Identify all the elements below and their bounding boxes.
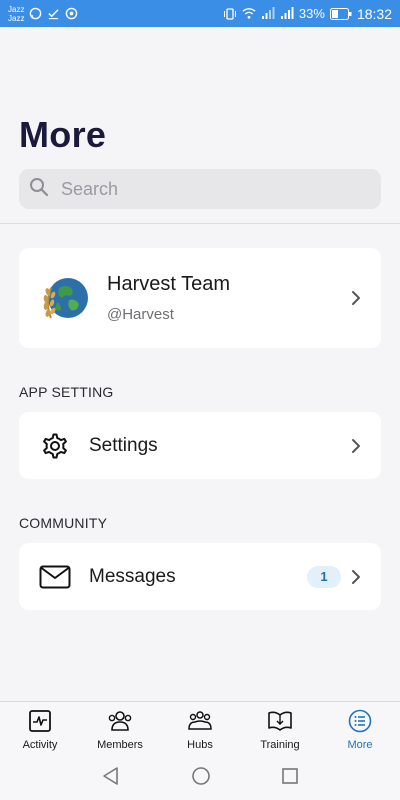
profile-name: Harvest Team — [107, 273, 231, 295]
members-icon — [107, 708, 133, 734]
nav-more[interactable]: More — [320, 702, 400, 757]
activity-icon — [27, 708, 53, 734]
status-bar-left: Jazz Jazz — [8, 5, 78, 23]
globe-wheat-logo — [43, 278, 88, 319]
home-icon[interactable] — [191, 766, 211, 791]
back-icon[interactable] — [101, 766, 121, 791]
messages-row[interactable]: Messages 1 — [19, 543, 381, 610]
nav-label: Training — [260, 739, 300, 751]
section-label-community: COMMUNITY — [19, 515, 108, 531]
wifi-icon — [242, 7, 256, 21]
hubs-icon — [187, 708, 213, 734]
nav-label: Members — [97, 739, 143, 751]
nav-training[interactable]: Training — [240, 702, 320, 757]
chevron-right-icon — [351, 290, 361, 306]
search-icon — [29, 177, 49, 202]
battery-icon — [329, 7, 352, 21]
envelope-icon — [39, 561, 71, 593]
nav-hubs[interactable]: Hubs — [160, 702, 240, 757]
search-bar[interactable] — [19, 169, 381, 209]
status-bar: Jazz Jazz 33% 18:32 — [0, 0, 400, 27]
bottom-nav: Activity Members Hubs Training More — [0, 701, 400, 757]
carrier-top: Jazz — [8, 4, 25, 14]
status-bar-right: 33% 18:32 — [223, 6, 392, 22]
nav-members[interactable]: Members — [80, 702, 160, 757]
messages-label: Messages — [89, 565, 176, 587]
whatsapp-icon — [28, 7, 42, 21]
more-list-icon — [347, 708, 373, 734]
training-icon — [267, 708, 293, 734]
chevron-right-icon — [351, 438, 361, 454]
check-icon — [46, 7, 60, 21]
clock: 18:32 — [356, 5, 392, 22]
gear-icon — [39, 430, 71, 462]
settings-row[interactable]: Settings — [19, 412, 381, 479]
signal-icon-2 — [280, 7, 294, 21]
signal-icon-1 — [261, 7, 275, 21]
page-title: More — [19, 114, 107, 155]
nav-activity[interactable]: Activity — [0, 702, 80, 757]
nav-label: Activity — [22, 739, 58, 751]
battery-percent: 33% — [298, 6, 325, 21]
profile-handle: @Harvest — [107, 306, 174, 323]
settings-label: Settings — [89, 434, 158, 456]
carrier-label: Jazz Jazz — [8, 5, 24, 23]
avatar — [37, 270, 93, 326]
section-label-app-setting: APP SETTING — [19, 384, 114, 400]
nav-label: Hubs — [187, 739, 213, 751]
carrier-bottom: Jazz — [8, 13, 25, 23]
profile-card[interactable]: Harvest Team @Harvest — [19, 248, 381, 348]
system-nav-bar — [0, 757, 400, 800]
recents-icon[interactable] — [281, 767, 299, 790]
vibrate-icon — [223, 7, 237, 21]
search-input[interactable] — [61, 178, 361, 200]
chevron-right-icon — [351, 569, 361, 585]
unread-count-badge: 1 — [307, 565, 341, 588]
nav-label: More — [347, 739, 373, 751]
profile-text: Harvest Team @Harvest — [107, 273, 230, 323]
browser-icon — [64, 7, 78, 21]
header-divider — [0, 223, 400, 224]
